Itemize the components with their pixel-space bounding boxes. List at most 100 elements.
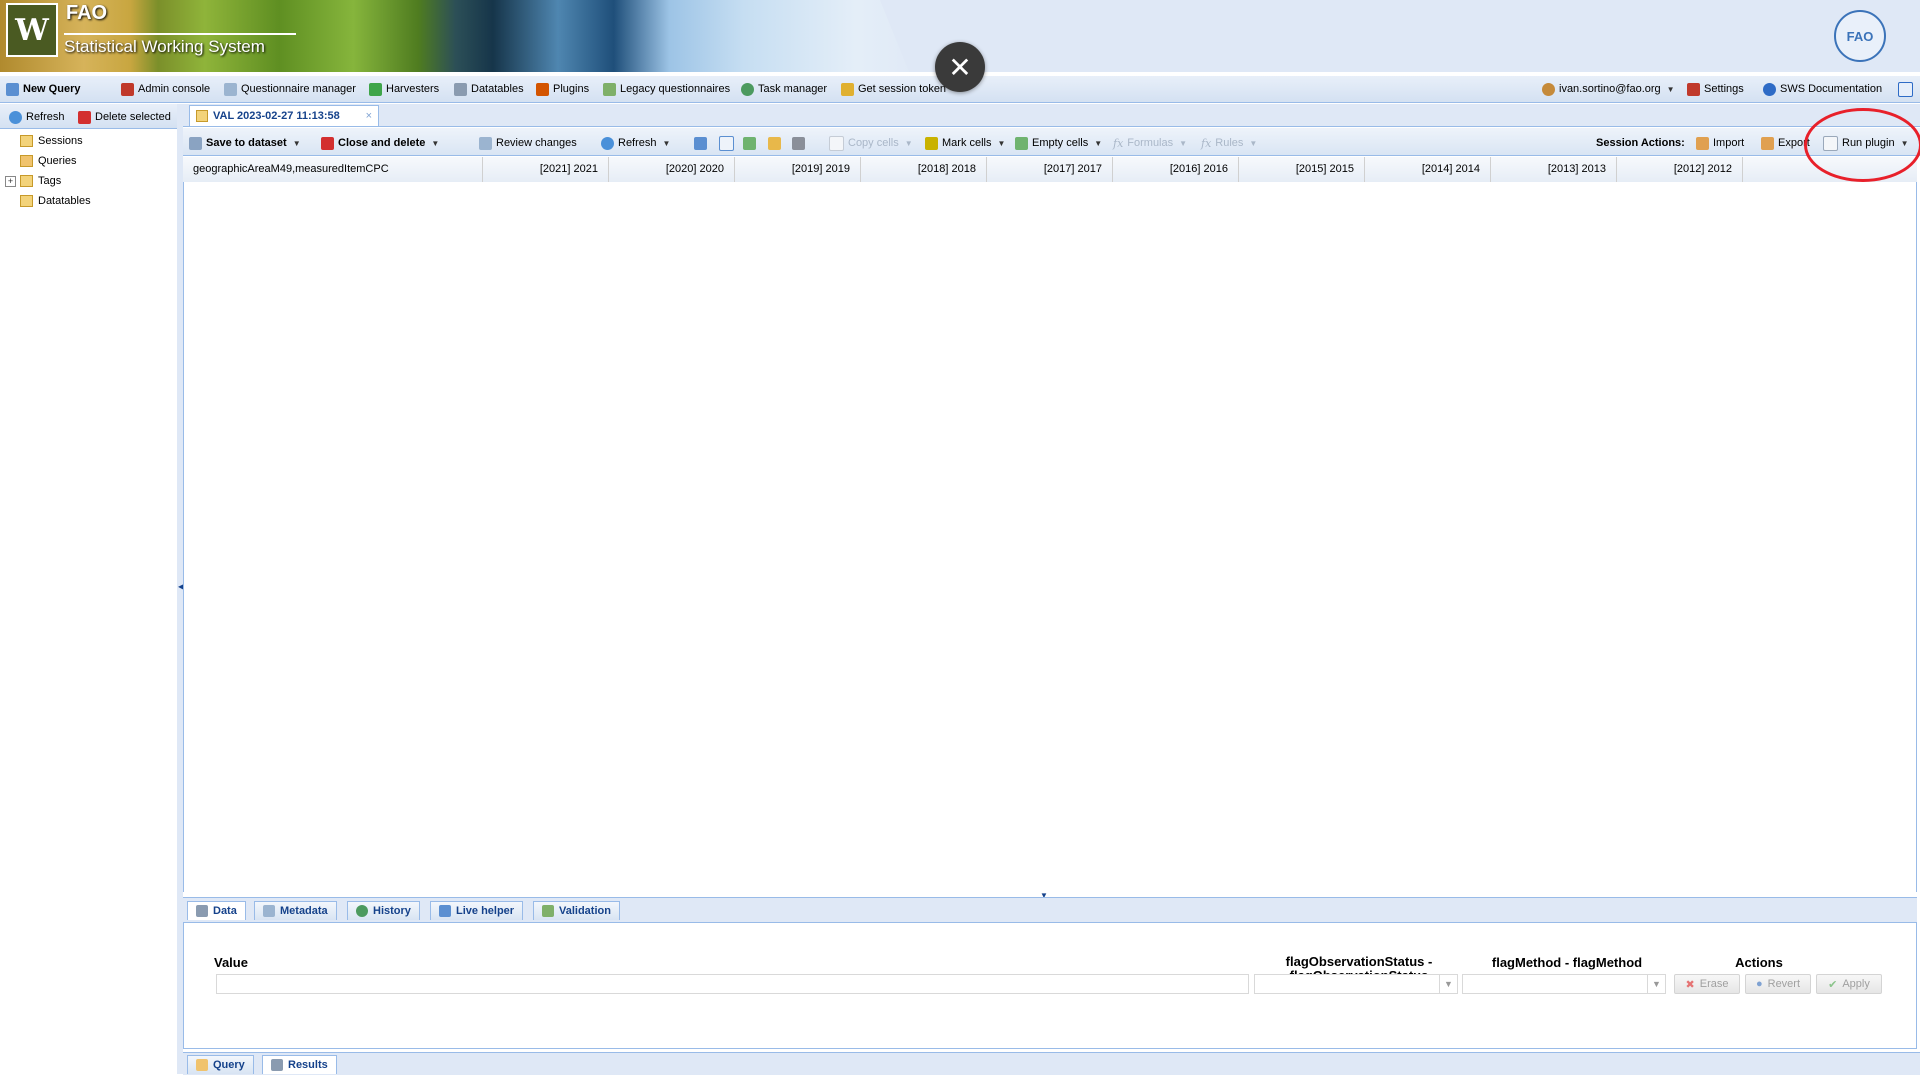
tree-item-label: Tags	[38, 175, 62, 187]
maximize-icon	[1898, 81, 1913, 97]
folder-icon	[20, 175, 33, 187]
grid-column-header[interactable]: [2012] 2012	[1617, 157, 1743, 182]
left-refresh-button[interactable]: Refresh	[9, 109, 65, 125]
session-tab[interactable]: VAL 2023-02-27 11:13:58 ×	[189, 105, 379, 126]
tree-item-queries[interactable]: Queries	[20, 153, 77, 169]
refresh-icon	[601, 136, 614, 150]
chevron-down-icon[interactable]: ▼	[1094, 139, 1102, 148]
copy-cells-button[interactable]: Copy cells ▼	[829, 135, 913, 151]
datatables-button[interactable]: Datatables	[454, 81, 524, 97]
plugin-icon	[536, 82, 549, 96]
export-icon	[1761, 136, 1774, 150]
new-query-button[interactable]: New Query	[6, 81, 80, 97]
revert-button[interactable]: ● Revert	[1745, 974, 1811, 994]
tree-item-label: Datatables	[38, 195, 91, 207]
import-button[interactable]: Import	[1696, 135, 1744, 151]
data-grid-body[interactable]	[183, 182, 1917, 892]
task-icon	[741, 82, 754, 96]
questionnaire-manager-button[interactable]: Questionnaire manager	[224, 81, 356, 97]
value-input[interactable]	[216, 974, 1249, 994]
brand-subtitle: Statistical Working System	[64, 33, 296, 57]
legacy-questionnaires-button[interactable]: Legacy questionnaires	[603, 81, 730, 97]
grid-column-header[interactable]: [2016] 2016	[1113, 157, 1239, 182]
session-refresh-button[interactable]: Refresh ▼	[601, 135, 670, 151]
delete-selected-button[interactable]: Delete selected	[78, 109, 171, 125]
chevron-down-icon[interactable]: ▼	[663, 139, 671, 148]
harvesters-button[interactable]: Harvesters	[369, 81, 439, 97]
close-and-delete-button[interactable]: Close and delete ▼	[321, 135, 439, 151]
flag-observation-status-select[interactable]: ▼	[1254, 974, 1458, 994]
grid-column-header[interactable]: [2017] 2017	[987, 157, 1113, 182]
import-label: Import	[1713, 137, 1745, 149]
formulas-label: Formulas	[1127, 137, 1174, 149]
sws-documentation-button[interactable]: SWS Documentation	[1763, 81, 1882, 97]
empty-cells-button[interactable]: Empty cells ▼	[1015, 135, 1102, 151]
plugins-button[interactable]: Plugins	[536, 81, 589, 97]
grid-column-header[interactable]: [2018] 2018	[861, 157, 987, 182]
chevron-down-icon[interactable]: ▼	[1249, 139, 1257, 148]
tab-validation[interactable]: Validation	[533, 901, 620, 920]
tab-live-helper[interactable]: Live helper	[430, 901, 524, 920]
flag-method-select[interactable]: ▼	[1462, 974, 1666, 994]
chevron-down-icon[interactable]: ▼	[998, 139, 1006, 148]
settings-button[interactable]: Settings	[1687, 81, 1744, 97]
chevron-down-icon[interactable]: ▼	[293, 139, 301, 148]
task-manager-button[interactable]: Task manager	[741, 81, 827, 97]
tab-data[interactable]: Data	[187, 901, 246, 920]
validation-icon	[542, 905, 554, 917]
grid-column-header[interactable]: [2014] 2014	[1365, 157, 1491, 182]
questionnaire-manager-label: Questionnaire manager	[241, 83, 356, 95]
grid-column-header[interactable]: [2013] 2013	[1491, 157, 1617, 182]
copy-icon	[829, 135, 844, 151]
grid-column-header-dimensions[interactable]: geographicAreaM49,measuredItemCPC	[183, 157, 483, 182]
tab-query[interactable]: Query	[187, 1055, 254, 1074]
chevron-down-icon[interactable]: ▼	[1439, 974, 1457, 994]
apply-label: Apply	[1842, 978, 1870, 990]
chevron-down-icon[interactable]: ▼	[905, 139, 913, 148]
admin-console-button[interactable]: Admin console	[121, 81, 210, 97]
close-icon: ✖	[1685, 978, 1695, 991]
grid-column-header[interactable]: [2020] 2020	[609, 157, 735, 182]
find-button[interactable]	[768, 135, 785, 151]
tree-item-sessions[interactable]: Sessions	[20, 133, 83, 149]
function-icon: fx	[1113, 136, 1124, 150]
save-to-dataset-button[interactable]: Save to dataset ▼	[189, 135, 301, 151]
expand-icon[interactable]: +	[5, 176, 16, 187]
chevron-down-icon[interactable]: ▼	[1179, 139, 1187, 148]
save-to-dataset-label: Save to dataset	[206, 137, 287, 149]
session-toolbar: Save to dataset ▼ Close and delete ▼ Rev…	[183, 128, 1920, 156]
mark-cells-button[interactable]: Mark cells ▼	[925, 135, 1005, 151]
formulas-button[interactable]: fx Formulas ▼	[1113, 135, 1187, 151]
tab-results[interactable]: Results	[262, 1055, 337, 1074]
rows-icon	[743, 136, 756, 150]
grid-column-header[interactable]: [2021] 2021	[483, 157, 609, 182]
admin-console-label: Admin console	[138, 83, 211, 95]
erase-button[interactable]: ✖ Erase	[1674, 974, 1740, 994]
chevron-down-icon[interactable]: ▼	[431, 139, 439, 148]
footer-tabstrip: Query Results	[183, 1052, 1920, 1075]
import-icon	[1696, 136, 1709, 150]
columns-button[interactable]	[719, 135, 738, 151]
tab-history[interactable]: History	[347, 901, 420, 920]
rules-button[interactable]: fx Rules ▼	[1201, 135, 1257, 151]
grid-column-header[interactable]: [2015] 2015	[1239, 157, 1365, 182]
close-overlay-button[interactable]: ✕	[935, 42, 985, 92]
close-tab-icon[interactable]: ×	[366, 110, 372, 122]
get-session-token-button[interactable]: Get session token	[841, 81, 946, 97]
flag-observation-status-label-line1: flagObservationStatus -	[1285, 954, 1433, 969]
apply-button[interactable]: ✔ Apply	[1816, 974, 1882, 994]
pivot-button[interactable]	[694, 135, 711, 151]
grid-column-header[interactable]: [2019] 2019	[735, 157, 861, 182]
export-button[interactable]: Export	[1761, 135, 1810, 151]
maximize-button[interactable]	[1898, 81, 1917, 97]
user-menu[interactable]: ivan.sortino@fao.org ▼	[1542, 81, 1675, 97]
tab-label: Live helper	[456, 905, 515, 917]
rows-button[interactable]	[743, 135, 760, 151]
tab-metadata[interactable]: Metadata	[254, 901, 337, 920]
tree-item-tags[interactable]: Tags	[20, 173, 61, 189]
review-changes-button[interactable]: Review changes	[479, 135, 577, 151]
settings-label: Settings	[1704, 83, 1744, 95]
tree-item-datatables[interactable]: Datatables	[20, 193, 91, 209]
print-button[interactable]	[792, 135, 809, 151]
chevron-down-icon[interactable]: ▼	[1647, 974, 1665, 994]
